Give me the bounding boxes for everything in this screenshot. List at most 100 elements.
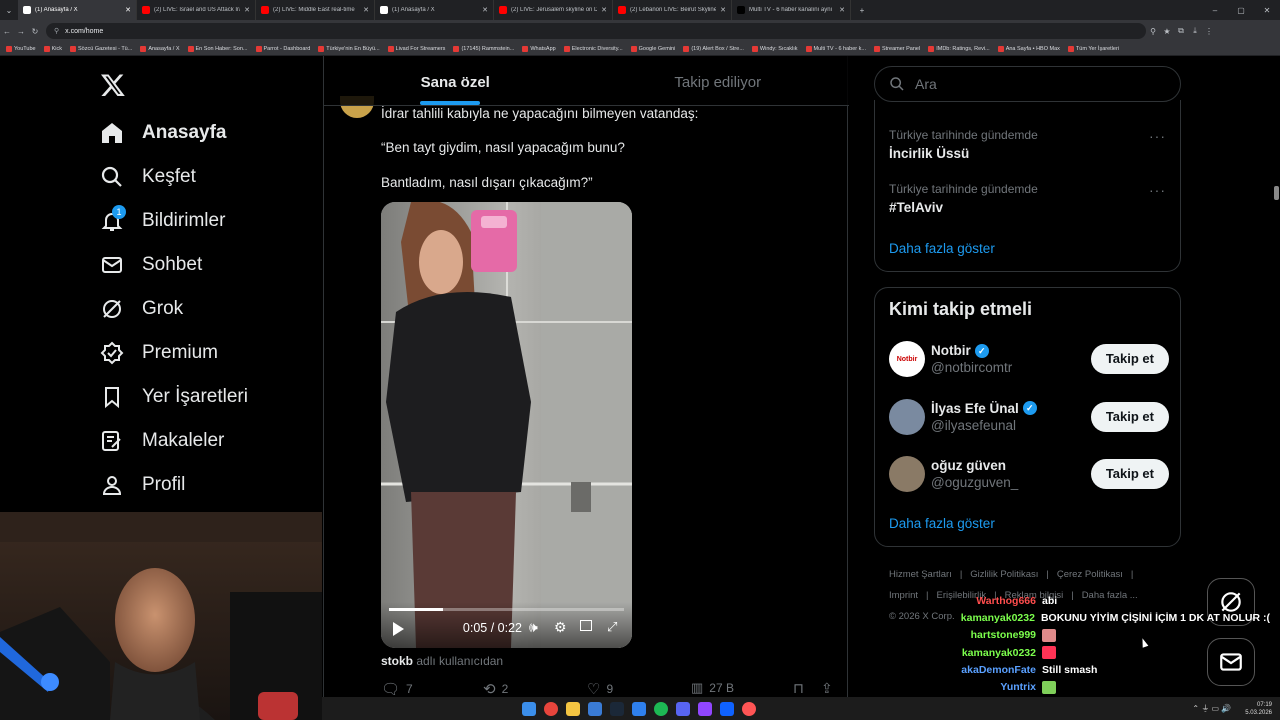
follow-row[interactable]: Notbir Notbir ✓ @notbircomtr Takip et <box>889 336 1169 382</box>
trends-show-more[interactable]: Daha fazla göster <box>889 241 995 256</box>
more-options-icon[interactable]: ··· <box>1149 128 1166 144</box>
bookmark-item[interactable]: Tüm Yer İşaretleri <box>1067 45 1119 52</box>
reply-button[interactable]: 🗨 7 <box>381 680 413 698</box>
repost-button[interactable]: ⟲ 2 <box>483 680 508 698</box>
start-icon[interactable] <box>522 701 536 716</box>
avatar[interactable]: Notbir <box>889 341 925 377</box>
attribution-user[interactable]: stokb <box>381 654 413 668</box>
bookmark-item[interactable]: Anasayfa / X <box>140 45 180 52</box>
bookmark-item[interactable]: (17145) Rammstein... <box>453 45 514 52</box>
bookmark-item[interactable]: IMDb: Ratings, Revi... <box>928 45 990 52</box>
extensions-icon[interactable]: ⧉ <box>1174 26 1188 36</box>
bookmark-item[interactable]: Windy: Sıcaklık <box>751 45 798 52</box>
app-icon[interactable] <box>632 701 646 716</box>
browser-tab[interactable]: (1) Anasayfa / X ✕ <box>18 0 137 20</box>
tab-close-icon[interactable]: ✕ <box>363 6 369 14</box>
tab-close-icon[interactable]: ✕ <box>601 6 607 14</box>
app-icon[interactable] <box>720 701 734 716</box>
menu-icon[interactable]: ⋮ <box>1202 27 1216 36</box>
tab-close-icon[interactable]: ✕ <box>482 6 488 14</box>
browser-tab[interactable]: (2) Lebanon LIVE: Beirut Skyline ✕ <box>613 0 732 20</box>
follow-show-more[interactable]: Daha fazla göster <box>889 516 995 531</box>
tab-for-you[interactable]: Sana özel <box>324 56 587 105</box>
pip-icon[interactable] <box>580 620 592 631</box>
browser-tab[interactable]: (2) LIVE: Jerusalem skyline on D ✕ <box>494 0 613 20</box>
like-button[interactable]: ♡ 9 <box>587 680 613 698</box>
settings-icon[interactable]: ⚙ <box>554 619 567 636</box>
share-icon[interactable]: ⇪ <box>821 680 833 697</box>
sidebar-item[interactable]: Yer İşaretleri <box>100 375 320 419</box>
follow-name[interactable]: Notbir ✓ <box>931 343 1012 358</box>
follow-name[interactable]: oğuz güven <box>931 458 1018 473</box>
sidebar-item[interactable]: Sohbet <box>100 243 320 287</box>
clock[interactable]: 07:19 5.03.2026 <box>1245 701 1272 717</box>
tray-icons[interactable]: ⌃ ⏚ ▭ 🔊 <box>1192 703 1231 714</box>
browser-tab[interactable]: (2) LIVE: Middle East real-time ✕ <box>256 0 375 20</box>
more-options-icon[interactable]: ··· <box>1149 182 1166 198</box>
avatar[interactable] <box>889 456 925 492</box>
search-input[interactable]: Ara <box>874 66 1181 102</box>
footer-privacy[interactable]: Gizlilik Politikası <box>970 569 1038 580</box>
browser-tab[interactable]: (2) LIVE: Israel and US Attack Iran ✕ <box>137 0 256 20</box>
browser-tab[interactable]: (1) Anasayfa / X ✕ <box>375 0 494 20</box>
tab-close-icon[interactable]: ✕ <box>720 6 726 14</box>
sidebar-item[interactable]: Profil <box>100 463 320 507</box>
bookmark-item[interactable]: Livad For Streamers <box>387 45 445 52</box>
sidebar-item[interactable]: Premium <box>100 331 320 375</box>
tab-close-icon[interactable]: ✕ <box>839 6 845 14</box>
follow-name[interactable]: İlyas Efe Ünal ✓ <box>931 401 1037 416</box>
bookmark-tweet-icon[interactable]: ⊓ <box>793 680 804 697</box>
trend-item[interactable]: Türkiye tarihinde gündemde İncirlik Üssü <box>889 128 1169 161</box>
bookmark-item[interactable]: Ana Sayfa • HBO Max <box>997 45 1060 52</box>
tab-close-icon[interactable]: ✕ <box>244 6 250 14</box>
x-logo[interactable] <box>100 72 126 98</box>
chrome-icon[interactable] <box>544 701 558 716</box>
play-icon[interactable] <box>393 622 404 636</box>
site-info-icon[interactable]: ⚲ <box>54 27 59 35</box>
fullscreen-icon[interactable]: ⤢ <box>607 619 617 635</box>
zoom-icon[interactable]: ⚲ <box>1146 27 1160 36</box>
bookmark-item[interactable]: Multi TV - 6 haber k... <box>805 45 866 52</box>
footer-imprint[interactable]: Imprint <box>889 590 918 601</box>
bookmark-item[interactable]: Sözcü Gazetesi - Tü... <box>70 45 132 52</box>
sidebar-item[interactable]: Makaleler <box>100 419 320 463</box>
discord-icon[interactable] <box>676 701 690 716</box>
tab-close-icon[interactable]: ✕ <box>125 6 131 14</box>
trend-item[interactable]: Türkiye tarihinde gündemde #TelAviv <box>889 182 1169 215</box>
bookmark-item[interactable]: Türkiye'nin En Büyü... <box>318 45 380 52</box>
follow-button[interactable]: Takip et <box>1090 344 1169 374</box>
avatar[interactable] <box>889 398 925 435</box>
follow-button[interactable]: Takip et <box>1090 401 1169 432</box>
bookmark-item[interactable]: (19) Alert Box / Stre... <box>683 45 744 52</box>
bookmark-item[interactable]: WhatsApp <box>522 45 556 52</box>
volume-icon[interactable]: 🕪 <box>529 619 538 636</box>
follow-row[interactable]: oğuz güven @oguzguven_ Takip et <box>889 451 1169 497</box>
forward-icon[interactable]: → <box>14 27 28 36</box>
bookmark-item[interactable]: YouTube <box>6 45 36 52</box>
follow-button[interactable]: Takip et <box>1090 459 1169 489</box>
maximize-icon[interactable]: ▢ <box>1228 6 1254 15</box>
sidebar-item[interactable]: Keşfet <box>100 155 320 199</box>
bookmark-item[interactable]: Kick <box>43 45 62 52</box>
folder-icon[interactable] <box>566 701 580 716</box>
bookmark-star-icon[interactable]: ★ <box>1160 27 1174 36</box>
bookmark-item[interactable]: Google Gemini <box>630 45 675 52</box>
reload-icon[interactable]: ↻ <box>28 27 42 36</box>
browser-tab[interactable]: Multi TV - 6 haber kanalını aynı ✕ <box>732 0 851 20</box>
sidebar-item[interactable]: Grok <box>100 287 320 331</box>
bookmark-item[interactable]: En Son Haber: Son... <box>187 45 248 52</box>
sidebar-item[interactable]: 1 Bildirimler <box>100 199 320 243</box>
close-window-icon[interactable]: ✕ <box>1254 6 1280 15</box>
download-icon[interactable]: ⤓ <box>1188 26 1202 36</box>
steam-icon[interactable] <box>610 701 624 716</box>
bookmark-item[interactable]: Electronic Diversity... <box>563 45 623 52</box>
app-icon[interactable] <box>698 701 712 716</box>
footer-cookies[interactable]: Çerez Politikası <box>1057 569 1123 580</box>
bookmark-item[interactable]: Parrot - Dashboard <box>255 45 310 52</box>
spotify-icon[interactable] <box>654 701 668 716</box>
bookmark-item[interactable]: Streamer Panel <box>873 45 920 52</box>
views-button[interactable]: ▥ 27 B <box>691 680 734 696</box>
video-progress-track[interactable] <box>389 608 624 611</box>
app-icon[interactable] <box>588 701 602 716</box>
tab-search-icon[interactable]: ⌄ <box>0 6 18 15</box>
